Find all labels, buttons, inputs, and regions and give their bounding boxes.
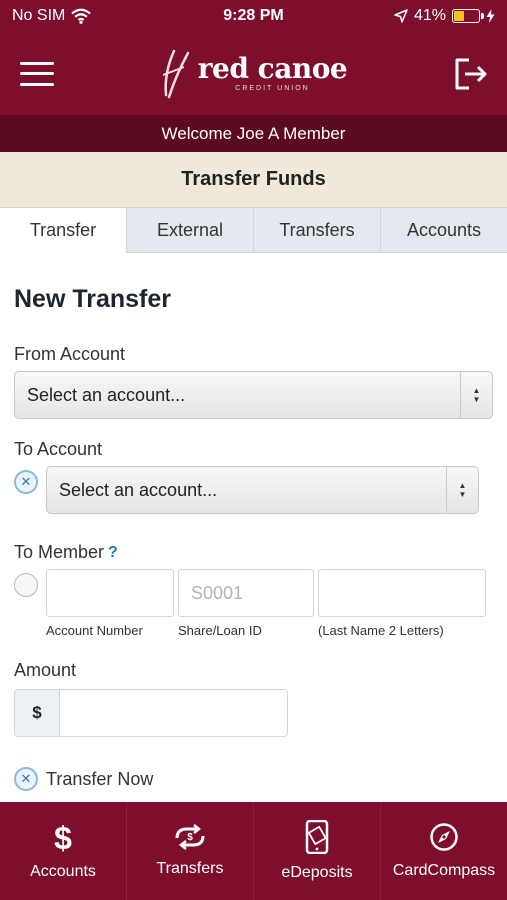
bottom-nav: $ Accounts $ Transfers eDeposits CardCom… (0, 802, 507, 900)
to-member-label: To Member (14, 542, 105, 562)
share-loan-input[interactable]: S0001 (178, 569, 314, 617)
transfer-now-label: Transfer Now (46, 768, 154, 789)
last-name-caption: (Last Name 2 Letters) (318, 623, 444, 638)
currency-symbol: $ (15, 690, 60, 736)
tab-transfer[interactable]: Transfer (0, 208, 126, 253)
tab-bar: Transfer External Transfers Accounts (0, 208, 507, 253)
nav-label: Transfers (156, 860, 224, 877)
select-arrows-icon: ▲ ▼ (460, 372, 492, 418)
form-heading: New Transfer (14, 285, 172, 313)
battery-percent: 41% (413, 7, 446, 24)
nav-accounts[interactable]: $ Accounts (0, 802, 126, 900)
nav-label: eDeposits (281, 864, 353, 881)
tab-external[interactable]: External (126, 208, 253, 253)
to-member-radio[interactable] (14, 573, 38, 597)
nav-cardcompass[interactable]: CardCompass (380, 802, 507, 900)
brand-subtitle: CREDIT UNION (235, 85, 310, 92)
nav-edeposits[interactable]: eDeposits (253, 802, 380, 900)
compass-icon (430, 823, 458, 851)
to-account-label: To Account (14, 439, 103, 459)
nav-transfers[interactable]: $ Transfers (126, 802, 253, 900)
svg-text:$: $ (54, 821, 72, 853)
to-account-value: Select an account... (59, 479, 218, 500)
tab-accounts[interactable]: Accounts (380, 208, 507, 253)
charging-bolt-icon (486, 9, 495, 23)
share-loan-caption: Share/Loan ID (178, 623, 262, 638)
menu-button[interactable] (20, 61, 54, 86)
wifi-icon (71, 8, 92, 24)
last-name-input[interactable] (318, 569, 486, 617)
app-header: No SIM 9:28 PM 41% red canoe CREDIT UNIO… (0, 0, 507, 115)
from-account-label: From Account (14, 344, 126, 364)
dollar-icon: $ (54, 821, 72, 853)
tab-transfers[interactable]: Transfers (253, 208, 380, 253)
from-account-value: Select an account... (27, 384, 186, 405)
account-number-input[interactable] (46, 569, 174, 617)
transfer-now-radio[interactable]: ✕ (14, 767, 38, 791)
nav-label: Accounts (30, 863, 96, 880)
nav-label: CardCompass (392, 862, 496, 879)
location-arrow-icon (394, 9, 408, 23)
brand-name: red canoe (197, 52, 348, 85)
to-account-select[interactable]: Select an account... ▲ ▼ (46, 466, 479, 514)
canoe-icon (162, 49, 190, 98)
amount-field: $ (14, 689, 288, 737)
carrier-label: No SIM (12, 7, 66, 24)
account-number-caption: Account Number (46, 623, 143, 638)
amount-label: Amount (14, 660, 77, 680)
amount-input[interactable] (60, 690, 287, 736)
welcome-banner: Welcome Joe A Member (0, 115, 507, 152)
logout-icon[interactable] (453, 56, 489, 92)
status-bar: No SIM 9:28 PM 41% (0, 0, 507, 32)
phone-check-icon (305, 820, 329, 854)
page-title: Transfer Funds (0, 152, 507, 208)
help-icon[interactable]: ? (108, 544, 118, 562)
transfer-form: New Transfer From Account Select an acco… (0, 253, 507, 802)
battery-icon (452, 9, 484, 23)
select-arrows-icon: ▲ ▼ (446, 467, 478, 513)
brand-logo: red canoe CREDIT UNION (160, 45, 348, 103)
svg-text:$: $ (187, 832, 193, 843)
to-account-radio[interactable]: ✕ (14, 470, 38, 494)
from-account-select[interactable]: Select an account... ▲ ▼ (14, 371, 493, 419)
transfer-icon: $ (175, 824, 205, 850)
